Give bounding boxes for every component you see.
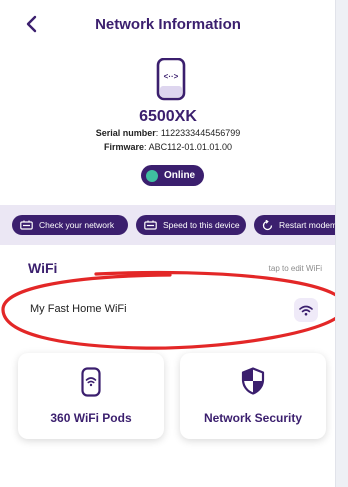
network-security-label: Network Security [203, 411, 303, 425]
router-icon [20, 220, 33, 230]
wifi-heading: WiFi [28, 260, 58, 276]
restart-modem-label: Restart modem [279, 220, 336, 230]
page-title: Network Information [95, 16, 241, 33]
check-network-label: Check your network [39, 220, 115, 230]
router-device-icon: <··> [156, 57, 186, 102]
status-dot-icon [146, 169, 158, 182]
restart-icon [262, 219, 273, 230]
network-security-card[interactable]: Network Security [180, 353, 326, 439]
wifi-pods-card[interactable]: 360 WiFi Pods [18, 353, 164, 439]
serial-label: Serial number [95, 128, 156, 138]
serial-value: 1122333445456799 [160, 128, 241, 138]
status-text: Online [164, 170, 196, 181]
check-network-button[interactable]: Check your network [12, 215, 128, 235]
device-model: 6500XK [139, 108, 197, 125]
wifi-icon [294, 298, 318, 322]
svg-text:<··>: <··> [164, 72, 179, 81]
wifi-pods-label: 360 WiFi Pods [50, 411, 132, 425]
speed-test-button[interactable]: Speed to this device [136, 215, 246, 235]
quick-actions-bar: Check your network Speed to this device … [0, 205, 336, 245]
serial-number: Serial number: 1122333445456799 [95, 128, 241, 138]
shield-icon [180, 367, 326, 395]
wifi-pod-icon [18, 367, 164, 397]
speed-test-label: Speed to this device [163, 220, 240, 230]
status-badge: Online [141, 165, 204, 186]
tap-to-edit-hint: tap to edit WiFi [268, 264, 322, 273]
firmware-version: Firmware: ABC112-01.01.01.00 [104, 142, 232, 152]
router-icon [144, 220, 157, 230]
network-information-screen: Network Information <··> 6500XK Serial n… [0, 0, 336, 487]
firmware-label: Firmware [104, 142, 145, 152]
restart-modem-button[interactable]: Restart modem [254, 215, 336, 235]
scrollbar-track[interactable] [335, 0, 348, 487]
wifi-network-name: My Fast Home WiFi [30, 303, 127, 315]
wifi-network-row[interactable]: My Fast Home WiFi [18, 293, 328, 327]
firmware-value: ABC112-01.01.01.00 [148, 142, 232, 152]
